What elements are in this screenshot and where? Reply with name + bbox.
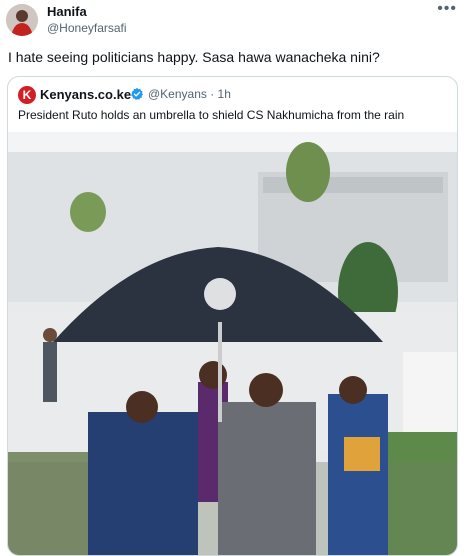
author-handle[interactable]: @Honeyfarsafi <box>47 21 127 35</box>
tweet[interactable]: Hanifa @Honeyfarsafi ••• I hate seeing p… <box>0 0 469 556</box>
quoted-author-name[interactable]: Kenyans.co.ke <box>40 87 131 102</box>
verified-badge-icon <box>131 87 144 100</box>
quoted-handle-time[interactable]: @Kenyans · 1h <box>148 87 231 101</box>
quoted-tweet-text: President Ruto holds an umbrella to shie… <box>18 108 405 122</box>
tweet-text: I hate seeing politicians happy. Sasa ha… <box>8 49 380 65</box>
avatar-image <box>6 4 38 36</box>
news-photo[interactable] <box>8 132 457 556</box>
more-dots-icon[interactable]: ••• <box>437 0 457 18</box>
quoted-tweet[interactable]: K Kenyans.co.ke @Kenyans · 1h President … <box>7 76 458 556</box>
kenyans-logo-icon: K <box>18 86 36 104</box>
author-avatar[interactable] <box>6 4 38 36</box>
author-name[interactable]: Hanifa <box>47 4 87 19</box>
